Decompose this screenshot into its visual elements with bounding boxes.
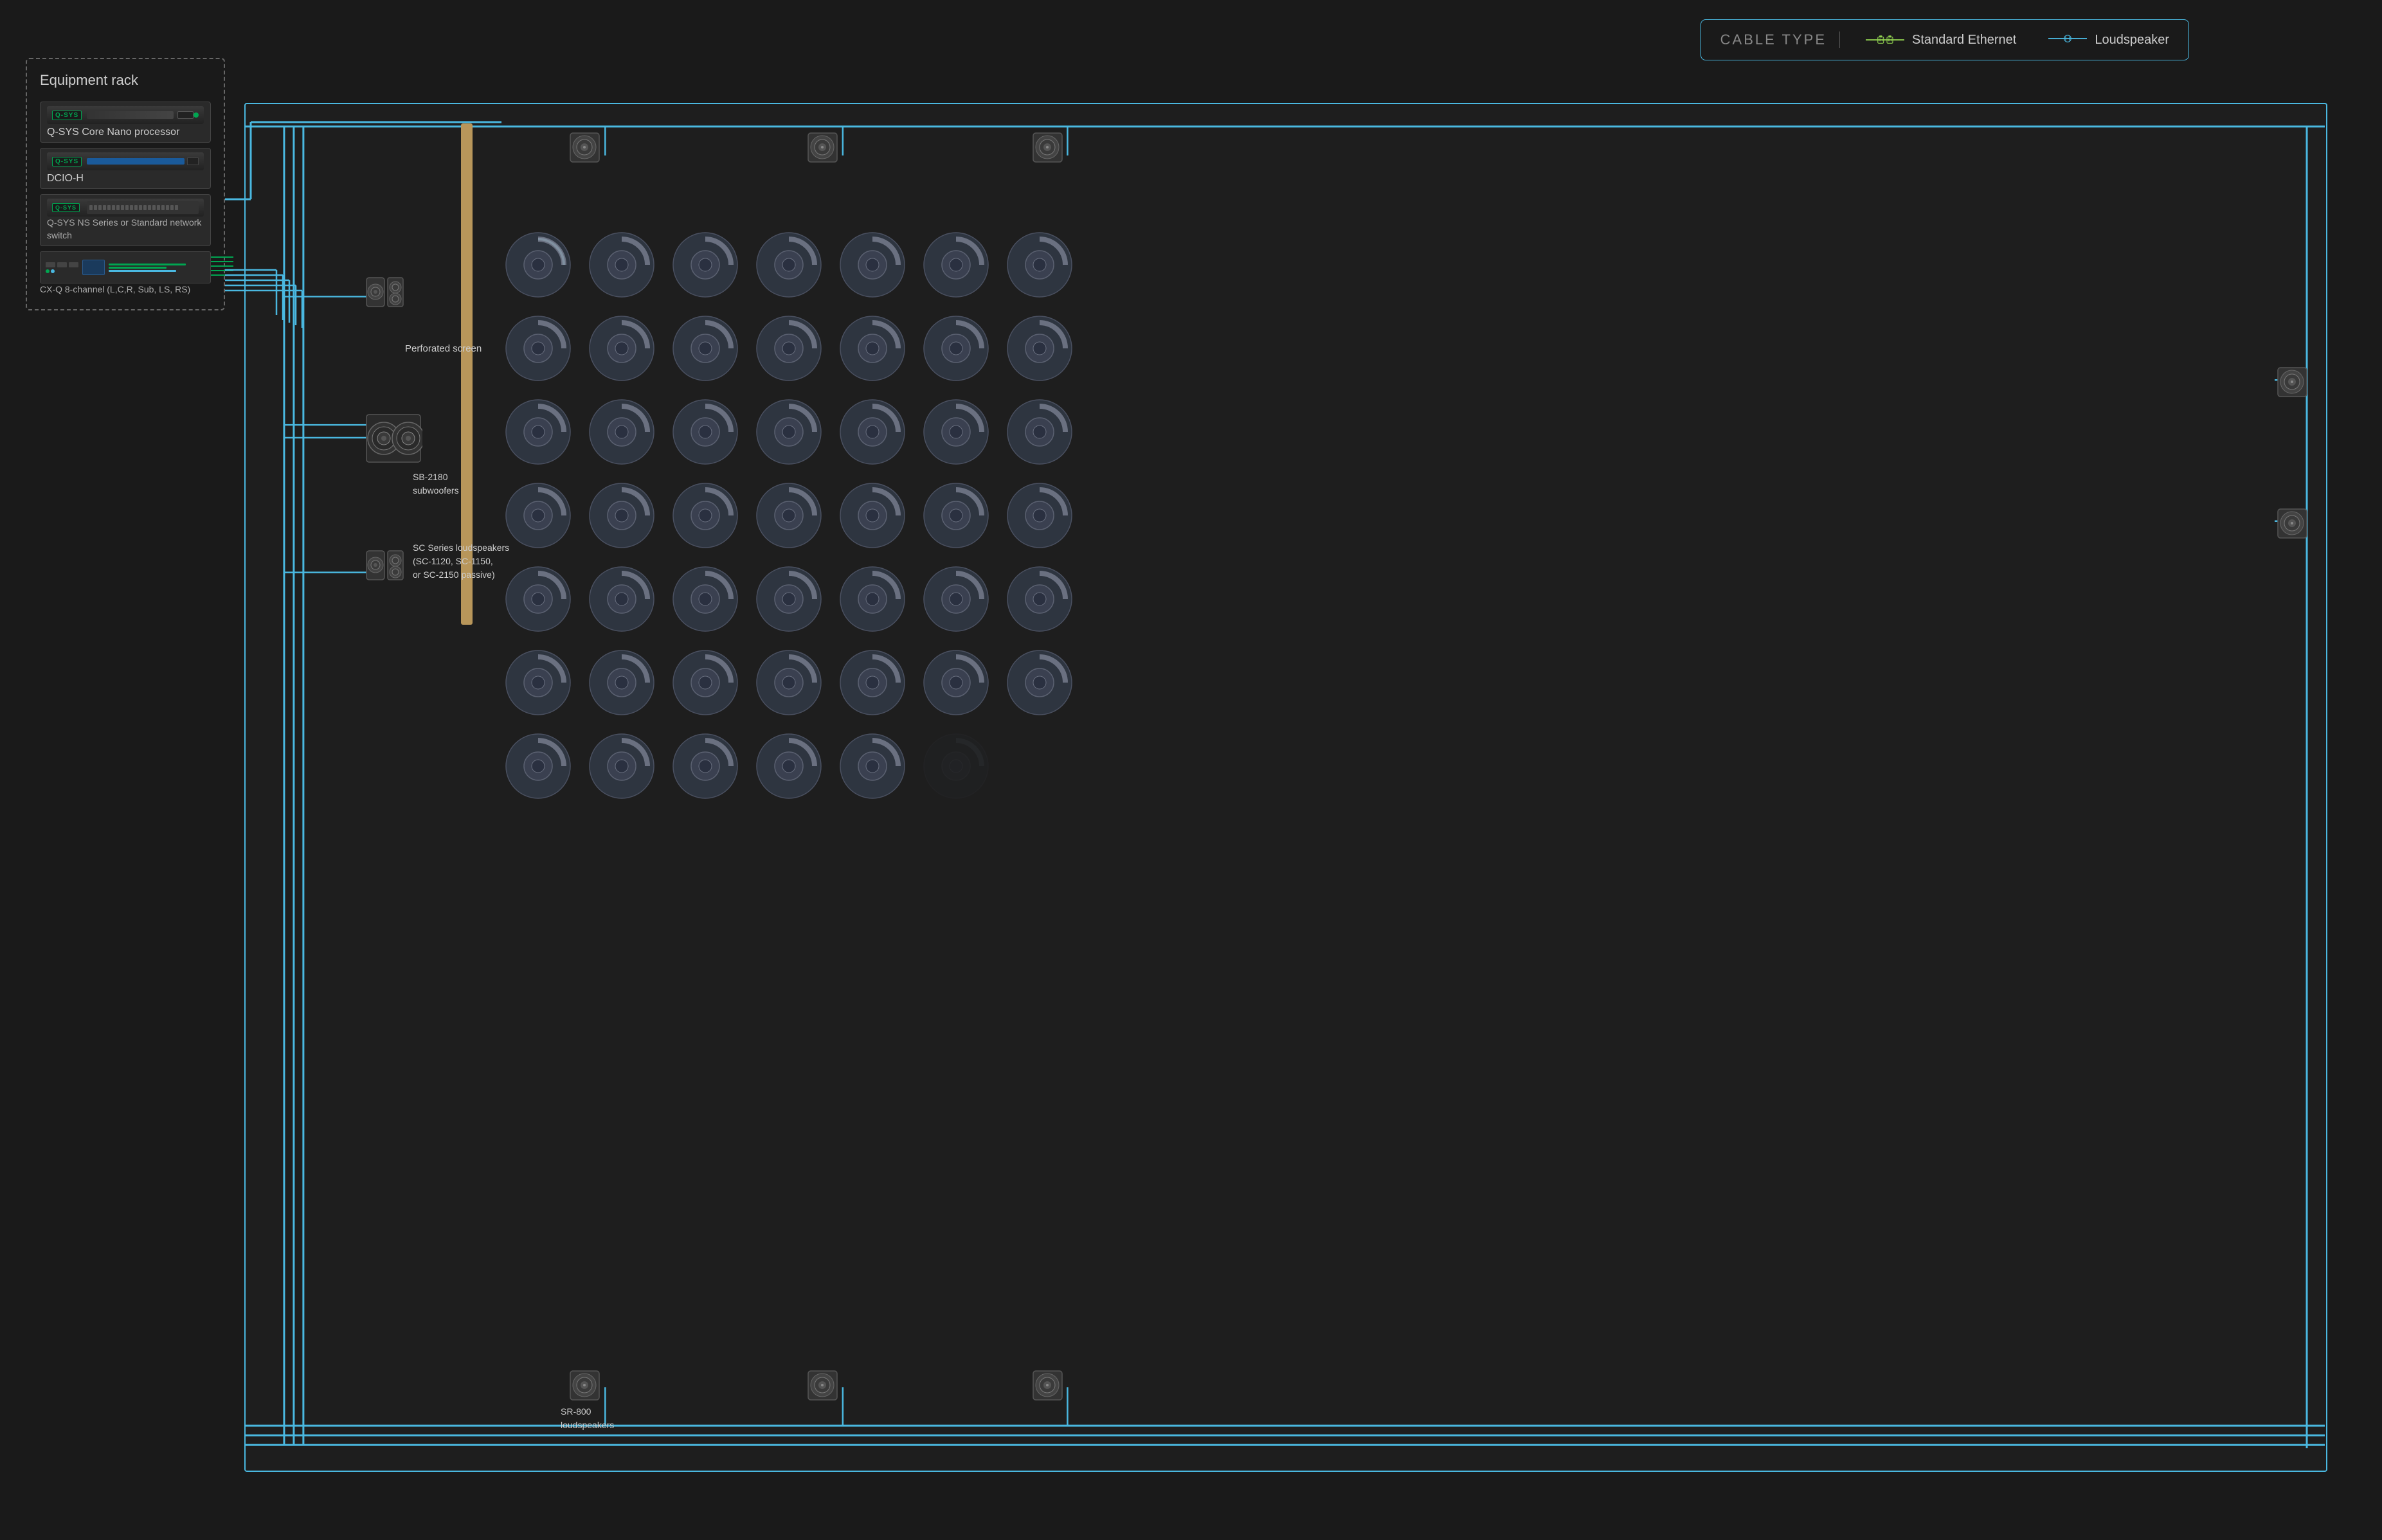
ethernet-label: Standard Ethernet bbox=[1912, 33, 2016, 48]
ceiling-spk-4-1 bbox=[503, 480, 583, 560]
ceiling-spk-7-3 bbox=[670, 731, 750, 811]
ceiling-speaker-grid bbox=[503, 229, 1085, 811]
bottom-speaker-2 bbox=[805, 1368, 840, 1406]
ceiling-spk-2-5 bbox=[837, 313, 917, 393]
speaker-label: Loudspeaker bbox=[2095, 33, 2169, 48]
screen-label: Perforated screen bbox=[405, 343, 482, 354]
qsys-core-device: Q-SYS Q-SYS Core Nano processor bbox=[40, 102, 211, 143]
ceiling-spk-6-1 bbox=[503, 647, 583, 728]
cxq-output-cables bbox=[211, 256, 233, 276]
page-background: CABLE TYPE Sta bbox=[0, 0, 2382, 1540]
ceiling-spk-2-7 bbox=[1004, 313, 1085, 393]
cxq-device bbox=[40, 251, 211, 283]
ceiling-spk-7-4 bbox=[753, 731, 834, 811]
screen-label-container: Perforated screen bbox=[405, 342, 482, 357]
ceiling-spk-3-4 bbox=[753, 397, 834, 477]
core-led bbox=[194, 112, 199, 118]
ceiling-spk-6-6 bbox=[921, 647, 1001, 728]
right-speaker-1 bbox=[2275, 364, 2310, 403]
bottom-speaker-3 bbox=[1030, 1368, 1065, 1406]
ceiling-spk-2-4 bbox=[753, 313, 834, 393]
legend-title: CABLE TYPE bbox=[1720, 31, 1840, 48]
ceiling-spk-3-1 bbox=[503, 397, 583, 477]
sr800-text: SR-800 loudspeakers bbox=[561, 1406, 614, 1430]
ethernet-icon bbox=[1866, 33, 1904, 46]
ns-switch-device: Q-SYS Q-SYS NS Series or Standard networ… bbox=[40, 194, 211, 246]
ceiling-spk-3-7 bbox=[1004, 397, 1085, 477]
ceiling-spk-1-1 bbox=[503, 229, 583, 310]
ceiling-spk-3-3 bbox=[670, 397, 750, 477]
ceiling-spk-6-2 bbox=[586, 647, 667, 728]
ceiling-spk-1-7 bbox=[1004, 229, 1085, 310]
speaker-wire-icon bbox=[2048, 32, 2087, 48]
ceiling-spk-1-3 bbox=[670, 229, 750, 310]
ceiling-spk-2-6 bbox=[921, 313, 1001, 393]
core-label: Q-SYS Core Nano processor bbox=[47, 127, 204, 138]
top-speaker-1 bbox=[567, 130, 602, 168]
bottom-speaker-1 bbox=[567, 1368, 602, 1406]
ceiling-spk-1-2 bbox=[586, 229, 667, 310]
ceiling-spk-3-2 bbox=[586, 397, 667, 477]
ceiling-spk-6-5 bbox=[837, 647, 917, 728]
qsys-logo-core: Q-SYS bbox=[52, 111, 82, 120]
ceiling-spk-6-7 bbox=[1004, 647, 1085, 728]
ceiling-spk-3-5 bbox=[837, 397, 917, 477]
dcio-device: Q-SYS DCIO-H bbox=[40, 148, 211, 189]
right-speaker-2 bbox=[2275, 506, 2310, 544]
top-speaker-2 bbox=[805, 130, 840, 168]
sc-series-label: SC Series loudspeakers (SC-1120, SC-1150… bbox=[413, 542, 509, 580]
ceiling-spk-7-2 bbox=[586, 731, 667, 811]
ceiling-spk-3-6 bbox=[921, 397, 1001, 477]
ceiling-spk-2-2 bbox=[586, 313, 667, 393]
ceiling-spk-4-5 bbox=[837, 480, 917, 560]
ceiling-spk-4-6 bbox=[921, 480, 1001, 560]
ceiling-spk-5-5 bbox=[837, 564, 917, 644]
top-speaker-3 bbox=[1030, 130, 1065, 168]
ceiling-spk-7-1 bbox=[503, 731, 583, 811]
ceiling-spk-2-1 bbox=[503, 313, 583, 393]
cxq-label: CX-Q 8-channel (L,C,R, Sub, LS, RS) bbox=[40, 283, 211, 296]
ceiling-spk-5-7 bbox=[1004, 564, 1085, 644]
subwoofer-label: SB-2180 subwoofers bbox=[413, 472, 459, 496]
ethernet-cable-type: Standard Ethernet bbox=[1866, 33, 2016, 48]
ceiling-spk-5-1 bbox=[503, 564, 583, 644]
ceiling-spk-4-4 bbox=[753, 480, 834, 560]
cxq-device-container: CX-Q 8-channel (L,C,R, Sub, LS, RS) bbox=[40, 251, 211, 296]
ns-label: Q-SYS NS Series or Standard network swit… bbox=[47, 217, 204, 242]
qsys-logo-dcio: Q-SYS bbox=[52, 157, 82, 166]
ceiling-spk-5-6 bbox=[921, 564, 1001, 644]
sc-speaker-3 bbox=[365, 548, 406, 586]
ceiling-spk-5-4 bbox=[753, 564, 834, 644]
sc-speaker-1 bbox=[365, 274, 406, 313]
ns-ports bbox=[87, 201, 199, 214]
ceiling-spk-2-3 bbox=[670, 313, 750, 393]
ceiling-spk-7-6 bbox=[921, 731, 1001, 811]
theater-area: Perforated screen bbox=[244, 103, 2327, 1472]
subwoofer-label-container: SB-2180 subwoofers bbox=[413, 470, 459, 497]
ceiling-spk-6-3 bbox=[670, 647, 750, 728]
ceiling-spk-4-7 bbox=[1004, 480, 1085, 560]
ceiling-spk-7-5 bbox=[837, 731, 917, 811]
cable-legend: CABLE TYPE Sta bbox=[1701, 19, 2189, 60]
cxq-screen bbox=[82, 260, 105, 275]
ceiling-spk-4-2 bbox=[586, 480, 667, 560]
ceiling-spk-5-3 bbox=[670, 564, 750, 644]
rack-title: Equipment rack bbox=[40, 72, 211, 89]
speaker-cable-type: Loudspeaker bbox=[2048, 32, 2169, 48]
dcio-label: DCIO-H bbox=[47, 173, 204, 184]
ceiling-spk-1-4 bbox=[753, 229, 834, 310]
sr800-label: SR-800 loudspeakers bbox=[561, 1405, 614, 1432]
ceiling-spk-1-6 bbox=[921, 229, 1001, 310]
ceiling-spk-1-5 bbox=[837, 229, 917, 310]
ceiling-spk-5-2 bbox=[586, 564, 667, 644]
qsys-logo-ns: Q-SYS bbox=[52, 203, 80, 212]
sc-speaker-2-subwoofer bbox=[365, 413, 422, 467]
ceiling-spk-4-3 bbox=[670, 480, 750, 560]
ceiling-spk-6-4 bbox=[753, 647, 834, 728]
equipment-rack: Equipment rack Q-SYS Q-SYS Core Nano pro… bbox=[26, 58, 225, 310]
sc-series-label-container: SC Series loudspeakers (SC-1120, SC-1150… bbox=[413, 541, 509, 582]
